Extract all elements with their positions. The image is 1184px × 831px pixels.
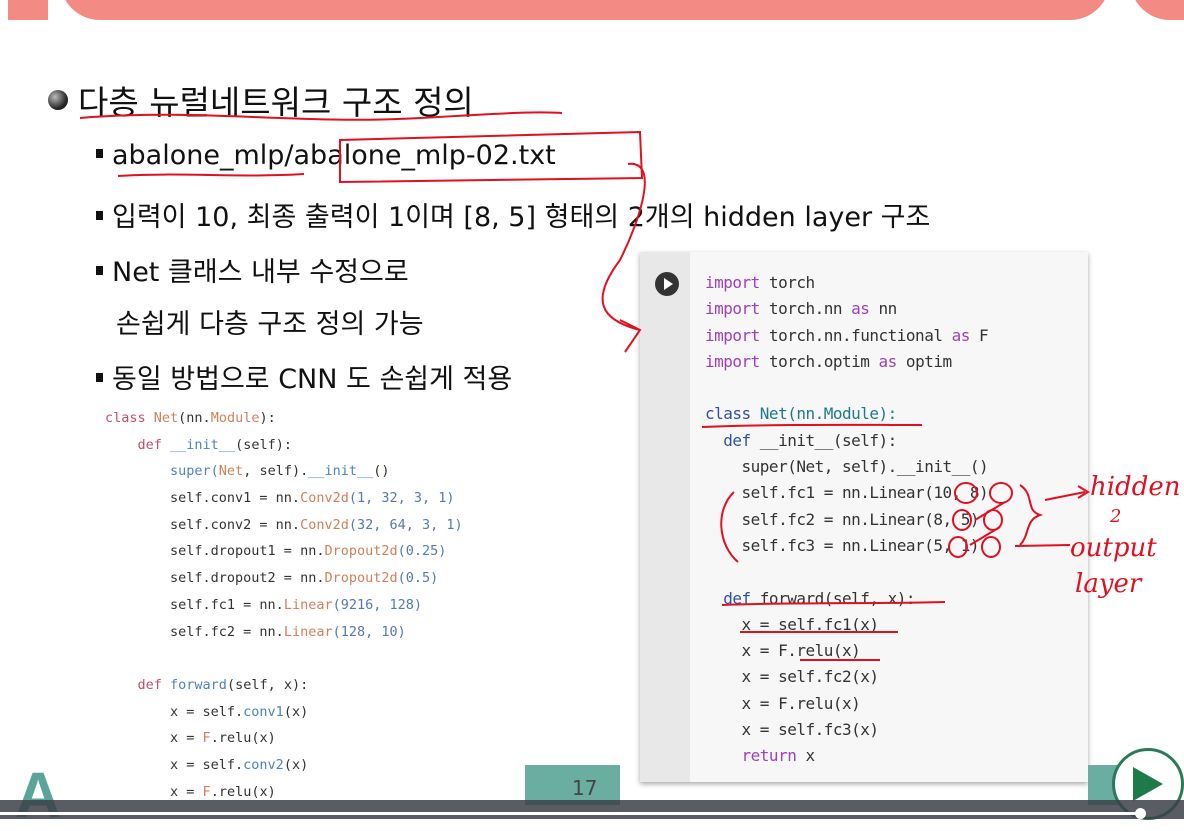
- hidden-brace: [1019, 484, 1044, 546]
- class-underline: [701, 423, 923, 428]
- video-control-bar: [0, 800, 1184, 819]
- forward-underline: [721, 601, 946, 606]
- fc-paren: [720, 491, 739, 563]
- path-underline: [117, 173, 305, 177]
- annotation-layer: layer: [1075, 569, 1143, 599]
- title-underline: [79, 111, 563, 121]
- video-progress-bar[interactable]: [0, 812, 1141, 815]
- hidden-arrow: [1044, 485, 1090, 501]
- handwritten-annotations: hidden 2 output layer: [79, 111, 1180, 661]
- annotation-hidden-count: 2: [1109, 506, 1121, 527]
- output-arrow: [1014, 544, 1071, 547]
- annotation-hidden: hidden: [1090, 472, 1180, 502]
- file-box: [339, 130, 644, 184]
- arrow-to-code: [601, 162, 646, 353]
- annotation-output: output: [1070, 533, 1157, 563]
